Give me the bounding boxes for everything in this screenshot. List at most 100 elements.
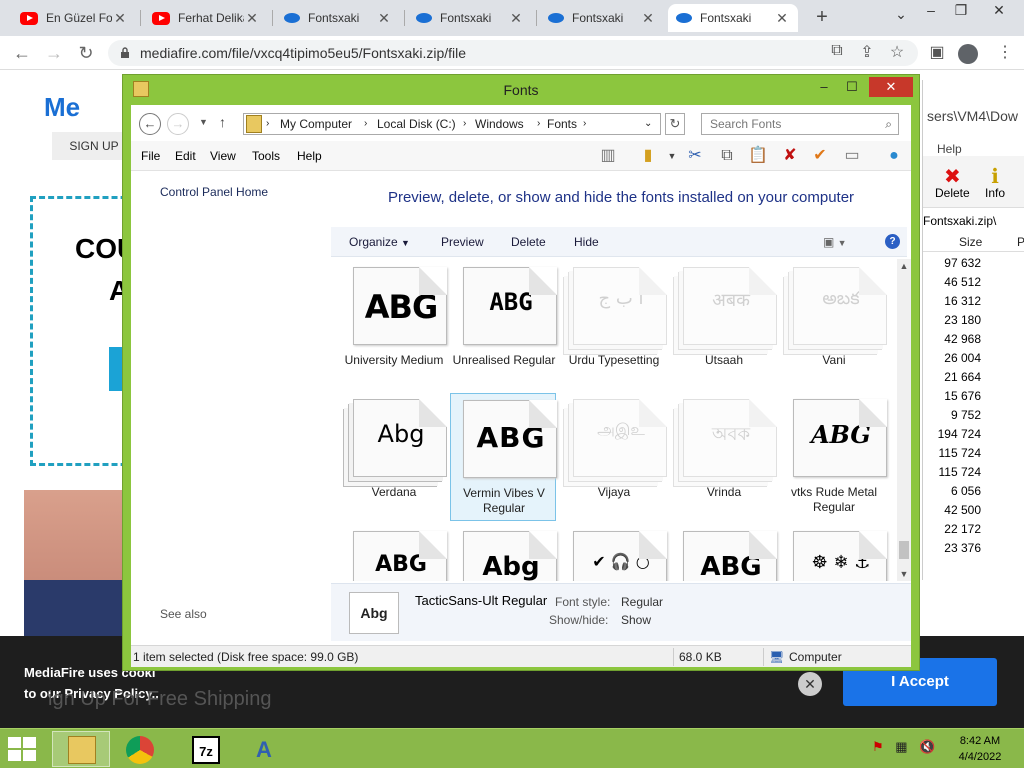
up-icon[interactable]: ↑ <box>219 114 226 130</box>
vertical-scrollbar[interactable]: ▲ ▼ <box>897 259 911 581</box>
close-tab-icon[interactable]: ✕ <box>376 10 392 27</box>
list-item[interactable]: 194 724 <box>923 425 981 444</box>
info-button[interactable]: ℹ Info <box>985 164 1005 200</box>
tab-search-icon[interactable]: ⌄ <box>886 6 916 23</box>
close-tab-icon[interactable]: ✕ <box>640 10 656 27</box>
7zip-taskbar-button[interactable]: 7z <box>176 731 234 767</box>
font-item[interactable]: ABG University Medium <box>341 261 447 389</box>
scroll-down-icon[interactable]: ▼ <box>897 569 911 579</box>
profile-avatar-icon[interactable] <box>958 44 978 64</box>
volume-muted-icon[interactable]: 🔇 <box>919 739 935 754</box>
maximize-button[interactable]: ☐ <box>839 77 865 97</box>
copy-icon[interactable]: ⧉ <box>716 145 738 167</box>
list-item[interactable]: 15 676 <box>923 387 981 406</box>
close-icon[interactable]: ✕ <box>798 672 822 696</box>
font-app-taskbar-button[interactable]: A <box>234 731 292 767</box>
search-input[interactable]: Search Fonts ⌕ <box>701 113 899 135</box>
organize-button[interactable]: Organize ▼ <box>349 235 410 249</box>
font-item[interactable]: Abg <box>451 525 557 581</box>
list-item[interactable]: 9 752 <box>923 406 981 425</box>
close-tab-icon[interactable]: ✕ <box>774 10 790 27</box>
restore-icon[interactable]: ❐ <box>946 2 976 19</box>
preview-pane-icon[interactable]: ▥ <box>597 145 619 167</box>
hide-button[interactable]: Hide <box>574 235 599 249</box>
breadcrumb-item[interactable]: My Computer <box>280 114 352 134</box>
breadcrumb[interactable]: › My Computer › Local Disk (C:) › Window… <box>243 113 661 135</box>
chrome-taskbar-button[interactable] <box>110 731 168 767</box>
close-button[interactable]: ✕ <box>869 77 913 97</box>
font-item[interactable]: ا ب ج Urdu Typesetting <box>561 261 667 389</box>
menu-help[interactable]: Help <box>937 142 962 156</box>
font-item[interactable]: अबक Utsaah <box>671 261 777 389</box>
blocked-popup-icon[interactable]: ⧉ <box>826 42 848 60</box>
list-item[interactable]: 97 632 <box>923 254 981 273</box>
address-bar[interactable]: mediafire.com/file/vxcq4tipimo5eu5/Fonts… <box>108 40 918 66</box>
list-item[interactable]: 23 180 <box>923 311 981 330</box>
side-panel-icon[interactable]: ▣ <box>926 42 948 62</box>
action-center-flag-icon[interactable]: ⚑ <box>872 739 884 754</box>
close-tab-icon[interactable]: ✕ <box>112 10 128 27</box>
bookmark-star-icon[interactable]: ☆ <box>886 42 908 62</box>
breadcrumb-item[interactable]: Windows <box>475 114 524 134</box>
delete-button[interactable]: ✖ Delete <box>935 164 970 200</box>
font-item[interactable]: অবক Vrinda <box>671 393 777 521</box>
menu-view[interactable]: View <box>210 149 236 163</box>
properties-icon[interactable]: ▭ <box>841 145 863 167</box>
column-size[interactable]: Size <box>959 235 982 249</box>
font-item[interactable]: ABG <box>341 525 447 581</box>
menu-edit[interactable]: Edit <box>175 149 196 163</box>
start-button[interactable] <box>8 737 38 761</box>
checkmark-icon[interactable]: ✔ <box>809 145 831 167</box>
list-item[interactable]: 115 724 <box>923 444 982 463</box>
delete-button[interactable]: Delete <box>511 235 546 249</box>
forward-icon[interactable]: → <box>42 42 66 64</box>
font-item[interactable]: ☸ ❄ ⚓ <box>781 525 887 581</box>
paste-icon[interactable]: 📋 <box>747 145 769 167</box>
menu-tools[interactable]: Tools <box>252 149 280 163</box>
list-item[interactable]: 115 724 <box>923 463 982 482</box>
font-item[interactable]: ABG <box>671 525 777 581</box>
refresh-icon[interactable]: ↻ <box>665 113 685 135</box>
font-item[interactable]: ✔ 🎧 ○ <box>561 525 667 581</box>
close-window-icon[interactable]: ✕ <box>984 2 1014 19</box>
share-icon[interactable]: ⇪ <box>856 42 878 62</box>
new-tab-button[interactable]: + <box>812 6 832 29</box>
cut-icon[interactable]: ✂ <box>684 145 706 167</box>
folder-options-icon[interactable]: ▮ <box>637 145 659 167</box>
control-panel-home-link[interactable]: Control Panel Home <box>160 185 268 199</box>
list-item[interactable]: 6 056 <box>923 482 981 501</box>
mediafire-logo[interactable]: Me <box>44 92 80 123</box>
browser-tab[interactable]: Fontsxaki ✕ <box>540 4 664 32</box>
font-item[interactable]: Abg Verdana <box>341 393 447 521</box>
chevron-down-icon[interactable]: ⌄ <box>644 114 652 134</box>
back-icon[interactable]: ← <box>10 42 34 64</box>
reload-icon[interactable]: ↻ <box>74 42 98 64</box>
view-options-icon[interactable]: ▣ ▼ <box>823 235 847 249</box>
list-item[interactable]: 23 376 <box>923 539 981 558</box>
browser-tab[interactable]: En Güzel Font ✕ <box>12 4 136 32</box>
font-item[interactable]: ABG Vermin Vibes V Regular <box>450 393 557 521</box>
back-icon[interactable]: ← <box>139 113 161 135</box>
window-titlebar[interactable]: Fonts – ☐ ✕ <box>123 75 919 105</box>
menu-file[interactable]: File <box>141 149 160 163</box>
minimize-button[interactable]: – <box>811 77 837 97</box>
font-item[interactable]: அஇஉ Vijaya <box>561 393 667 521</box>
browser-tab[interactable]: Fontsxaki ✕ <box>408 4 532 32</box>
menu-help[interactable]: Help <box>297 149 322 163</box>
delete-icon[interactable]: ✘ <box>779 145 801 167</box>
list-item[interactable]: 42 500 <box>923 501 981 520</box>
close-tab-icon[interactable]: ✕ <box>244 10 260 27</box>
list-item[interactable]: 26 004 <box>923 349 981 368</box>
font-item[interactable]: ABG vtks Rude Metal Regular <box>781 393 887 521</box>
minimize-icon[interactable]: – <box>916 2 946 18</box>
close-tab-icon[interactable]: ✕ <box>508 10 524 27</box>
list-item[interactable]: 46 512 <box>923 273 981 292</box>
breadcrumb-item[interactable]: Fonts <box>547 114 577 134</box>
font-item[interactable]: ABG Unrealised Regular <box>451 261 557 389</box>
globe-icon[interactable]: ● <box>883 145 905 167</box>
chevron-down-icon[interactable]: ▼ <box>661 145 683 167</box>
browser-tab[interactable]: Ferhat Delikan ✕ <box>144 4 268 32</box>
recent-locations-icon[interactable]: ▼ <box>199 117 208 127</box>
browser-tab-active[interactable]: Fontsxaki ✕ <box>668 4 798 32</box>
ad-image[interactable] <box>24 490 134 640</box>
